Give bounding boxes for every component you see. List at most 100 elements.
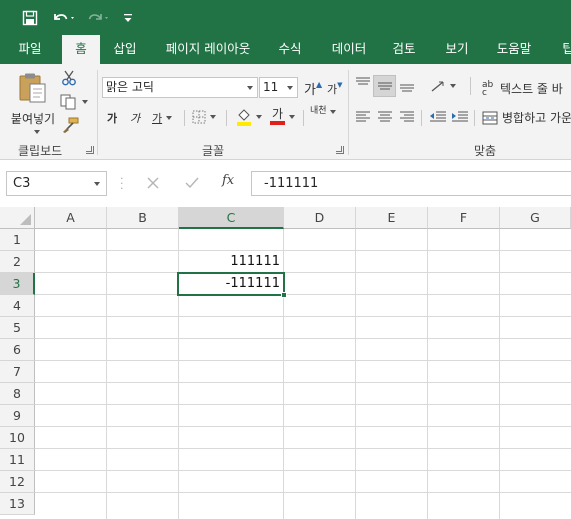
shrink-font-button[interactable]: 가 ▼ — [327, 81, 343, 97]
gridline — [35, 250, 571, 251]
increase-indent-icon[interactable] — [451, 111, 469, 126]
font-size-select[interactable]: 11 — [259, 77, 298, 98]
gridline — [35, 316, 571, 317]
tab-data[interactable]: 데이터 — [323, 35, 375, 64]
merge-label: 병합하고 가운 — [502, 111, 571, 125]
row-header-3[interactable]: 3 — [0, 273, 35, 295]
row-header-1[interactable]: 1 — [0, 229, 35, 251]
font-launcher-icon[interactable] — [336, 146, 344, 154]
underline-label: 가 — [152, 112, 163, 125]
row-header-4[interactable]: 4 — [0, 295, 35, 317]
gridline — [35, 448, 571, 449]
clipboard-launcher-icon[interactable] — [86, 146, 94, 154]
tab-home[interactable]: 홈 — [62, 35, 100, 65]
tab-help[interactable]: 도움말 — [488, 35, 540, 64]
underline-button[interactable]: 가 — [152, 110, 173, 126]
tab-insert[interactable]: 삽입 — [105, 35, 145, 64]
font-name-select[interactable]: 맑은 고딕 — [102, 77, 258, 98]
column-header-g[interactable]: G — [500, 207, 571, 229]
font-color-swatch — [270, 121, 285, 125]
column-header-b[interactable]: B — [107, 207, 179, 229]
ribbon-divider — [184, 110, 185, 126]
column-header-c[interactable]: C — [179, 207, 284, 229]
borders-button[interactable] — [192, 110, 216, 124]
cut-icon[interactable] — [61, 70, 77, 89]
row-header-13[interactable]: 13 — [0, 493, 35, 515]
fill-handle[interactable] — [281, 292, 287, 298]
name-box-value: C3 — [13, 176, 31, 191]
tab-review[interactable]: 검토 — [384, 35, 424, 64]
wrap-text-button[interactable]: ab c 텍스트 줄 바 — [482, 80, 563, 97]
chevron-down-icon — [450, 84, 456, 88]
align-middle-icon[interactable] — [373, 75, 396, 97]
tab-formulas[interactable]: 수식 — [270, 35, 310, 64]
chevron-down-icon — [287, 86, 293, 90]
decrease-indent-icon[interactable] — [429, 111, 447, 126]
align-right-icon[interactable] — [399, 111, 415, 126]
row-header-5[interactable]: 5 — [0, 317, 35, 339]
bold-button[interactable]: 가 — [107, 110, 117, 126]
active-cell-border — [177, 272, 285, 296]
gridline — [35, 272, 571, 273]
shrink-font-label: 가 — [327, 83, 338, 96]
column-header-e[interactable]: E — [356, 207, 428, 229]
name-box[interactable]: C3 — [6, 171, 107, 196]
font-color-button[interactable]: 가 — [270, 108, 295, 125]
font-color-label: 가 — [271, 107, 284, 121]
row-header-10[interactable]: 10 — [0, 427, 35, 449]
group-divider — [348, 70, 349, 155]
column-header-a[interactable]: A — [35, 207, 107, 229]
formula-buttons: fx — [132, 171, 246, 196]
group-divider — [97, 70, 98, 155]
row-header-7[interactable]: 7 — [0, 361, 35, 383]
fill-color-button[interactable] — [236, 108, 262, 126]
grow-font-button[interactable]: 가 ▲ — [304, 79, 322, 98]
font-group-label: 글꼴 — [202, 144, 225, 158]
chevron-down-icon — [256, 115, 262, 119]
column-header-f[interactable]: F — [428, 207, 500, 229]
enter-icon[interactable] — [184, 176, 200, 193]
grow-font-label: 가 — [304, 83, 316, 98]
column-header-d[interactable]: D — [284, 207, 356, 229]
save-icon[interactable] — [20, 8, 40, 28]
merge-center-button[interactable]: 병합하고 가운 — [482, 109, 571, 126]
orientation-button[interactable] — [430, 79, 456, 93]
redo-icon[interactable] — [84, 8, 112, 28]
shrink-arrow-icon: ▼ — [337, 81, 343, 89]
copy-icon[interactable] — [60, 94, 88, 110]
tab-tips[interactable]: 팁 — [556, 35, 571, 64]
paste-button[interactable]: 붙여넣기 — [6, 70, 58, 142]
customize-qat-icon[interactable] — [120, 8, 136, 28]
row-header-9[interactable]: 9 — [0, 405, 35, 427]
tab-view[interactable]: 보기 — [437, 35, 477, 64]
row-header-12[interactable]: 12 — [0, 471, 35, 493]
formula-bar: C3 · · · fx -111111 — [0, 160, 571, 207]
tab-file[interactable]: 파일 — [10, 35, 50, 64]
row-header-11[interactable]: 11 — [0, 449, 35, 471]
align-bottom-icon[interactable] — [399, 77, 415, 96]
italic-label: 가 — [130, 112, 141, 125]
row-header-2[interactable]: 2 — [0, 251, 35, 273]
cancel-icon[interactable] — [146, 176, 160, 193]
italic-button[interactable]: 가 — [130, 110, 140, 126]
formula-input[interactable]: -111111 — [251, 171, 571, 196]
insert-function-icon[interactable]: fx — [222, 173, 234, 188]
align-left-icon[interactable] — [355, 111, 371, 126]
clipboard-group-label: 클립보드 — [18, 144, 63, 158]
phonetic-button[interactable]: 내천 — [310, 107, 336, 116]
select-all-button[interactable] — [0, 207, 35, 229]
align-center-icon[interactable] — [377, 111, 393, 126]
row-header-8[interactable]: 8 — [0, 383, 35, 405]
tab-page-layout[interactable]: 페이지 레이아웃 — [157, 35, 259, 64]
ribbon-divider — [421, 110, 422, 126]
cell-c2[interactable]: 111111 — [179, 251, 283, 273]
gridline — [35, 404, 571, 405]
chevron-down-icon — [289, 114, 295, 119]
merge-icon — [482, 111, 498, 124]
format-painter-icon[interactable] — [61, 117, 79, 136]
borders-icon — [192, 110, 206, 124]
row-header-6[interactable]: 6 — [0, 339, 35, 361]
align-top-icon[interactable] — [355, 77, 371, 94]
undo-icon[interactable] — [50, 8, 78, 28]
gridline — [35, 492, 571, 493]
